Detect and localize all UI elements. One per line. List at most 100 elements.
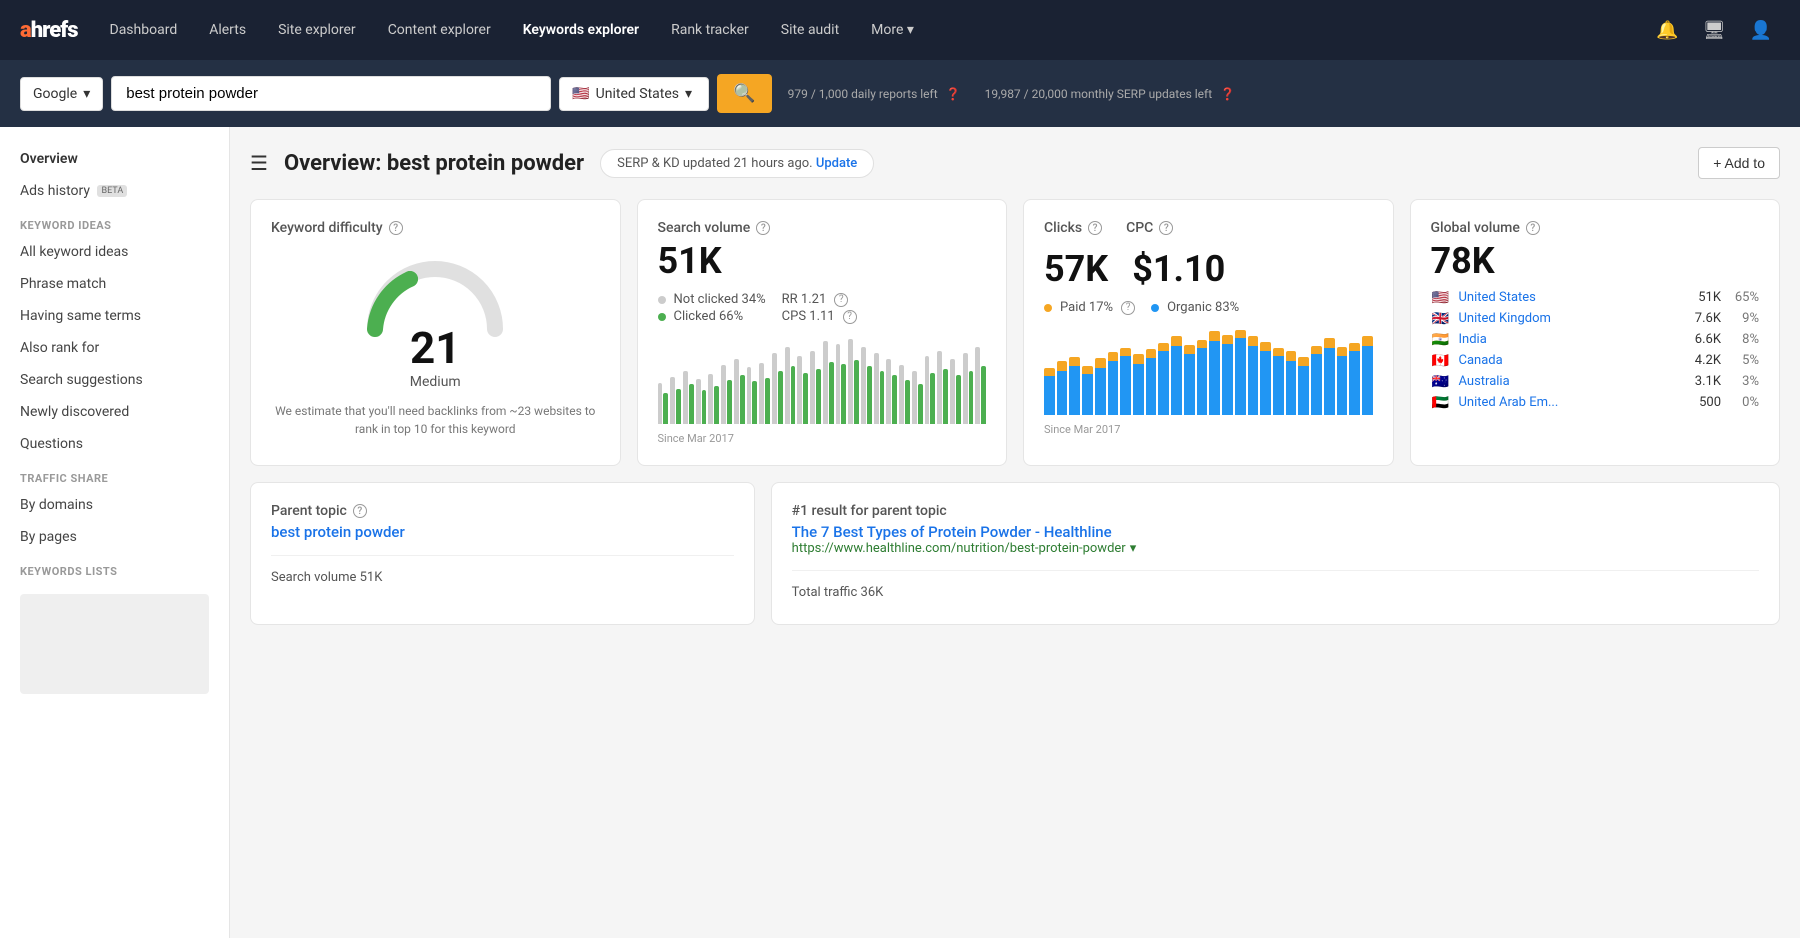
- bar-stack: [1311, 346, 1322, 415]
- update-link[interactable]: Update: [816, 156, 857, 171]
- country-name[interactable]: Canada: [1459, 353, 1687, 368]
- nav-dashboard[interactable]: Dashboard: [98, 14, 190, 46]
- cps-info-icon[interactable]: ?: [843, 310, 857, 324]
- sidebar-item-questions[interactable]: Questions: [0, 428, 229, 460]
- clicks-bar-paid: [1057, 361, 1068, 371]
- gv-info-icon[interactable]: ?: [1526, 221, 1540, 235]
- sidebar-item-ads-history[interactable]: Ads history BETA: [0, 175, 229, 207]
- clicks-bar-organic: [1184, 354, 1195, 415]
- clicks-bar-organic: [1069, 366, 1080, 415]
- rr-info-icon[interactable]: ?: [834, 293, 848, 307]
- kd-note: We estimate that you'll need backlinks f…: [271, 402, 600, 438]
- nav-site-explorer[interactable]: Site explorer: [266, 14, 368, 46]
- logo-white: hrefs: [31, 18, 78, 43]
- bar-stack: [1298, 357, 1309, 415]
- monitor-icon[interactable]: 🖥: [1695, 12, 1734, 49]
- country-row: 🇬🇧United Kingdom7.6K9%: [1431, 311, 1760, 326]
- country-flag-icon: 🇨🇦: [1431, 354, 1451, 368]
- logo[interactable]: ahrefs: [20, 18, 78, 43]
- bar-stack: [1095, 358, 1106, 415]
- gv-title-text: Global volume: [1431, 220, 1520, 236]
- nav-content-explorer[interactable]: Content explorer: [376, 14, 503, 46]
- country-volume: 6.6K: [1695, 332, 1721, 347]
- clicks-bar-paid: [1120, 348, 1131, 356]
- kd-title-text: Keyword difficulty: [271, 220, 383, 236]
- cpc-info-icon[interactable]: ?: [1159, 221, 1173, 235]
- clicks-bar-group: [1337, 347, 1348, 415]
- hamburger-icon[interactable]: ☰: [250, 151, 268, 175]
- sv-bar-gray: [874, 353, 879, 424]
- nav-keywords-explorer[interactable]: Keywords explorer: [511, 14, 651, 46]
- search-button[interactable]: 🔍: [717, 74, 771, 113]
- clicks-info-icon[interactable]: ?: [1088, 221, 1102, 235]
- sv-title-text: Search volume: [658, 220, 751, 236]
- kd-info-icon[interactable]: ?: [389, 221, 403, 235]
- nav-more[interactable]: More ▾: [859, 14, 926, 46]
- question-icon-1[interactable]: ❓: [946, 87, 961, 101]
- sidebar-item-phrase-match[interactable]: Phrase match: [0, 268, 229, 300]
- clicks-bar-organic: [1082, 374, 1093, 415]
- clicks-bar-group: [1158, 343, 1169, 415]
- search-input[interactable]: [111, 76, 551, 111]
- country-name[interactable]: United Arab Em...: [1459, 395, 1692, 410]
- country-pct: 3%: [1729, 374, 1759, 389]
- bar-stack: [1146, 349, 1157, 415]
- paid-stat: Paid 17% ?: [1044, 300, 1135, 315]
- sv-bar-group: [836, 344, 847, 424]
- pt-info-icon[interactable]: ?: [353, 504, 367, 518]
- country-label: United States: [596, 86, 679, 102]
- question-icon-2[interactable]: ❓: [1220, 87, 1235, 101]
- sidebar-item-newly-discovered[interactable]: Newly discovered: [0, 396, 229, 428]
- sv-info-icon[interactable]: ?: [756, 221, 770, 235]
- country-name[interactable]: India: [1459, 332, 1687, 347]
- clicks-bar-paid: [1133, 354, 1144, 364]
- clicks-bar-group: [1120, 348, 1131, 415]
- clicked-dot: [658, 313, 666, 321]
- engine-select[interactable]: Google ▾: [20, 77, 103, 111]
- country-name[interactable]: United Kingdom: [1459, 311, 1687, 326]
- clicks-bar-paid: [1209, 331, 1220, 341]
- clicks-bar-organic: [1171, 346, 1182, 415]
- sv-bar-gray: [785, 347, 790, 424]
- nav-alerts[interactable]: Alerts: [197, 14, 258, 46]
- paid-info-icon[interactable]: ?: [1121, 301, 1135, 315]
- clicks-bar-group: [1248, 336, 1259, 415]
- country-pct: 5%: [1729, 353, 1759, 368]
- top-result-card: #1 result for parent topic The 7 Best Ty…: [771, 482, 1780, 625]
- clicks-bar-organic: [1095, 368, 1106, 415]
- nav-rank-tracker[interactable]: Rank tracker: [659, 14, 761, 46]
- sidebar-item-search-suggestions[interactable]: Search suggestions: [0, 364, 229, 396]
- cpc-value: $1.10: [1132, 248, 1225, 290]
- sidebar-item-by-pages[interactable]: By pages: [0, 521, 229, 553]
- paid-dot: [1044, 304, 1052, 312]
- country-name[interactable]: Australia: [1459, 374, 1687, 389]
- nav-site-audit[interactable]: Site audit: [769, 14, 851, 46]
- user-icon[interactable]: 👤: [1742, 12, 1780, 49]
- sv-bar-group: [696, 379, 707, 424]
- tr-url-text: https://www.healthline.com/nutrition/bes…: [792, 541, 1126, 556]
- sidebar-item-also-rank[interactable]: Also rank for: [0, 332, 229, 364]
- dropdown-icon[interactable]: ▾: [1130, 541, 1137, 556]
- sidebar-item-all-keywords[interactable]: All keyword ideas: [0, 236, 229, 268]
- country-select[interactable]: 🇺🇸 United States ▾: [559, 77, 709, 111]
- clicks-value: 57K: [1044, 248, 1108, 290]
- notification-icon[interactable]: 🔔: [1648, 12, 1686, 49]
- clicks-bar-group: [1133, 354, 1144, 415]
- sidebar-item-by-domains[interactable]: By domains: [0, 489, 229, 521]
- sv-bar-group: [950, 359, 961, 424]
- update-notice-text: SERP & KD updated 21 hours ago.: [617, 156, 812, 171]
- country-name[interactable]: United States: [1459, 290, 1691, 305]
- country-volume: 51K: [1698, 290, 1721, 305]
- pt-link[interactable]: best protein powder: [271, 523, 405, 541]
- main-layout: Overview Ads history BETA KEYWORD IDEAS …: [0, 127, 1800, 938]
- clicks-bar-paid: [1108, 352, 1119, 361]
- tr-page-title[interactable]: The 7 Best Types of Protein Powder - Hea…: [792, 523, 1112, 541]
- bar-stack: [1235, 330, 1246, 415]
- keyword-ideas-section: KEYWORD IDEAS: [0, 207, 229, 236]
- sidebar-item-overview[interactable]: Overview: [0, 143, 229, 175]
- clicks-bar-group: [1095, 358, 1106, 415]
- sv-bar-gray: [912, 371, 917, 424]
- sidebar-item-same-terms[interactable]: Having same terms: [0, 300, 229, 332]
- add-to-button[interactable]: + Add to: [1698, 147, 1780, 179]
- clicks-bar-group: [1171, 336, 1182, 415]
